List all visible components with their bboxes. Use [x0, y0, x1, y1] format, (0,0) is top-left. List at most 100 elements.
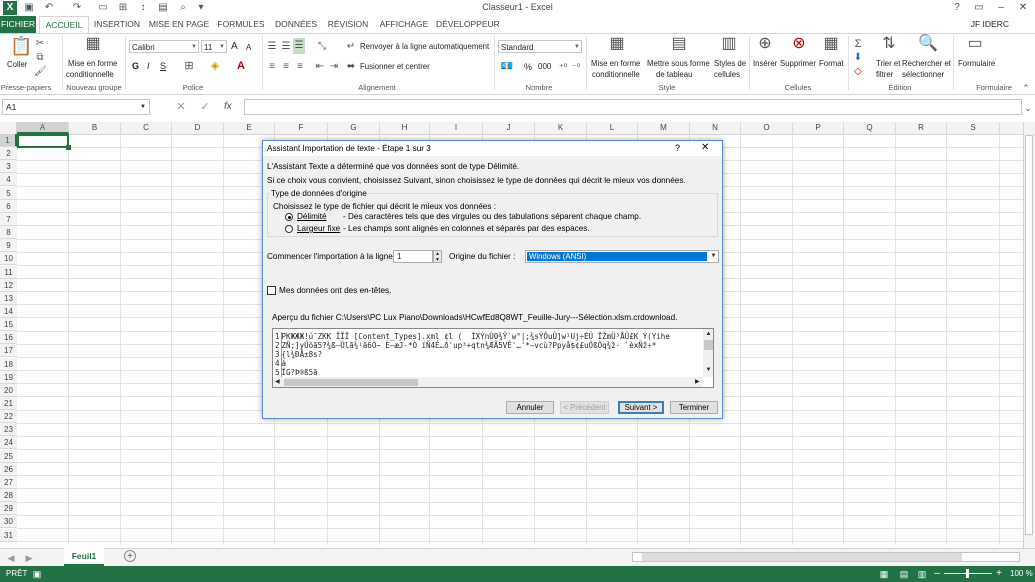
tab-developpeur[interactable]: DÉVELOPPEUR: [436, 16, 500, 33]
formula-input[interactable]: [244, 99, 1022, 115]
dialog-help-button[interactable]: ?: [675, 143, 680, 153]
radio-fixed-width-label[interactable]: Largeur fixe: [297, 224, 340, 233]
column-header-m[interactable]: M: [638, 122, 690, 134]
conditional-formatting-icon[interactable]: ▦: [608, 36, 626, 52]
row-header-11[interactable]: 11: [0, 265, 17, 279]
row-header-17[interactable]: 17: [0, 344, 17, 358]
find-label1[interactable]: Rechercher et: [902, 59, 951, 68]
add-sheet-button[interactable]: +: [124, 550, 136, 562]
row-header-26[interactable]: 26: [0, 462, 17, 476]
select-all-corner[interactable]: [0, 122, 17, 134]
column-header-n[interactable]: N: [690, 122, 741, 134]
radio-delimited-label[interactable]: Délimité: [297, 212, 327, 221]
tab-revision[interactable]: RÉVISION: [325, 16, 371, 33]
row-header-9[interactable]: 9: [0, 239, 17, 253]
align-right-icon[interactable]: ≡: [294, 59, 306, 75]
close-window-icon[interactable]: ✕: [1012, 0, 1034, 16]
column-header-a[interactable]: A: [17, 122, 69, 134]
column-header-o[interactable]: O: [741, 122, 793, 134]
help-icon[interactable]: ?: [946, 0, 968, 16]
cond-format-label1[interactable]: Mise en forme: [591, 59, 640, 68]
scroll-right-icon[interactable]: ▶: [695, 378, 700, 385]
sort-label1[interactable]: Trier et: [876, 59, 900, 68]
merge-icon[interactable]: ⬌: [345, 59, 357, 75]
font-name-combo[interactable]: Calibri ▼: [129, 40, 199, 53]
column-header-j[interactable]: J: [483, 122, 535, 134]
row-header-31[interactable]: 31: [0, 528, 17, 542]
horizontal-scroll-thumb[interactable]: [642, 553, 962, 561]
orientation-icon[interactable]: ⤡: [316, 39, 328, 55]
cell-styles-icon[interactable]: ▥: [720, 36, 738, 52]
page-layout-view-icon[interactable]: ▤: [898, 566, 910, 582]
insert-function-button[interactable]: fx: [224, 101, 232, 112]
row-header-24[interactable]: 24: [0, 436, 17, 450]
row-header-2[interactable]: 2: [0, 147, 17, 161]
preview-vscroll[interactable]: ▲ ▼: [703, 329, 713, 377]
collapse-ribbon-icon[interactable]: ⌃: [1020, 80, 1032, 96]
row-header-16[interactable]: 16: [0, 331, 17, 345]
grow-font-button[interactable]: A: [231, 41, 238, 52]
tab-mise-en-page[interactable]: MISE EN PAGE: [148, 16, 210, 33]
scroll-down-icon[interactable]: ▼: [704, 367, 713, 373]
find-label2[interactable]: sélectionner: [902, 70, 944, 79]
align-top-icon[interactable]: ☰: [266, 39, 278, 55]
bold-button[interactable]: G: [132, 61, 139, 71]
align-center-icon[interactable]: ≡: [280, 59, 292, 75]
format-button[interactable]: Format: [819, 59, 844, 68]
row-header-20[interactable]: 20: [0, 383, 17, 397]
find-select-icon[interactable]: 🔍: [918, 36, 938, 52]
dialog-close-button[interactable]: ✕: [701, 142, 709, 153]
row-header-14[interactable]: 14: [0, 304, 17, 318]
shrink-font-button[interactable]: A: [246, 43, 251, 52]
row-header-8[interactable]: 8: [0, 226, 17, 240]
italic-button[interactable]: I: [147, 61, 150, 71]
tab-accueil[interactable]: ACCUEIL: [39, 16, 89, 33]
preview-vscroll-thumb[interactable]: [704, 340, 713, 350]
radio-delimited[interactable]: [285, 213, 293, 221]
active-cell-a1[interactable]: [17, 134, 69, 148]
paste-icon[interactable]: 📋: [10, 37, 32, 55]
chevron-down-icon[interactable]: ▼: [709, 251, 718, 262]
wrap-text-icon[interactable]: ↵: [345, 39, 357, 55]
expand-formula-icon[interactable]: ⌄: [1022, 100, 1034, 116]
radio-fixed-width[interactable]: [285, 225, 293, 233]
column-header-q[interactable]: Q: [844, 122, 896, 134]
start-row-spinner[interactable]: ▲ ▼: [433, 250, 442, 263]
fill-handle[interactable]: [66, 145, 71, 150]
zoom-out-icon[interactable]: –: [932, 566, 942, 582]
page-break-view-icon[interactable]: ▥: [916, 566, 928, 582]
column-header-f[interactable]: F: [275, 122, 328, 134]
align-bottom-icon[interactable]: ☰: [293, 38, 305, 54]
decrease-indent-icon[interactable]: ⇤: [314, 59, 326, 75]
borders-icon[interactable]: ⊞: [182, 58, 196, 74]
column-header-k[interactable]: K: [535, 122, 587, 134]
decrease-decimal-icon[interactable]: ⁻⁰: [570, 59, 582, 75]
row-header-5[interactable]: 5: [0, 186, 17, 200]
finish-button[interactable]: Terminer: [670, 401, 718, 414]
tab-donnees[interactable]: DONNÉES: [272, 16, 320, 33]
delete-cells-icon[interactable]: ⊗: [790, 36, 808, 52]
column-header-e[interactable]: E: [224, 122, 275, 134]
thousands-button[interactable]: 000: [538, 62, 551, 71]
vertical-scroll-thumb[interactable]: [1025, 135, 1033, 535]
cell-styles-label2[interactable]: cellules: [714, 70, 740, 79]
conditional-format-icon[interactable]: ▦: [84, 36, 102, 52]
row-header-1[interactable]: 1: [0, 134, 17, 147]
row-header-12[interactable]: 12: [0, 278, 17, 292]
tab-insertion[interactable]: INSERTION: [92, 16, 142, 33]
increase-decimal-icon[interactable]: ⁺⁰: [557, 59, 569, 75]
confirm-entry-icon[interactable]: ✓: [198, 99, 212, 115]
sort-label2[interactable]: filtrer: [876, 70, 893, 79]
minimize-icon[interactable]: –: [990, 0, 1012, 16]
align-left-icon[interactable]: ≡: [266, 59, 278, 75]
format-table-label2[interactable]: de tableau: [656, 70, 692, 79]
prev-sheet-icon[interactable]: ◀: [6, 550, 16, 566]
new-group-format-label2[interactable]: conditionnelle: [66, 70, 114, 79]
insert-cells-icon[interactable]: ⊕: [756, 36, 774, 52]
insert-button[interactable]: Insérer: [753, 59, 777, 68]
preview-hscroll-thumb[interactable]: [284, 379, 418, 386]
scroll-left-icon[interactable]: ◀: [275, 378, 280, 385]
column-header-d[interactable]: D: [172, 122, 224, 134]
fill-color-icon[interactable]: ◈: [208, 58, 222, 74]
number-format-combo[interactable]: Standard ▼: [498, 40, 582, 53]
